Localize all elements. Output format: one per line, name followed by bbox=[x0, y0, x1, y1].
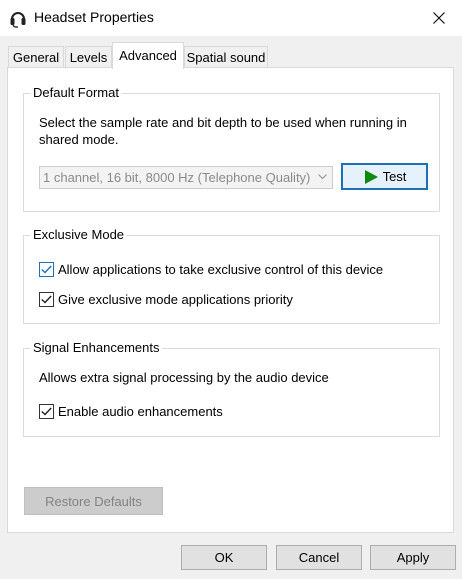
exclusive-priority-checkbox[interactable] bbox=[39, 292, 54, 307]
format-select-value: 1 channel, 16 bit, 8000 Hz (Telephone Qu… bbox=[43, 170, 311, 185]
exclusive-mode-group: Exclusive Mode Allow applications to tak… bbox=[23, 227, 440, 324]
tab-spatial-sound[interactable]: Spatial sound bbox=[184, 46, 268, 68]
format-select[interactable]: 1 channel, 16 bit, 8000 Hz (Telephone Qu… bbox=[39, 166, 333, 189]
signal-enhancements-title: Signal Enhancements bbox=[30, 340, 163, 355]
cancel-button[interactable]: Cancel bbox=[276, 545, 362, 570]
tab-levels[interactable]: Levels bbox=[65, 46, 112, 68]
allow-exclusive-label: Allow applications to take exclusive con… bbox=[58, 262, 384, 277]
play-icon bbox=[364, 169, 378, 184]
window-title: Headset Properties bbox=[34, 9, 154, 25]
checkmark-icon bbox=[41, 265, 52, 274]
allow-exclusive-row[interactable]: Allow applications to take exclusive con… bbox=[39, 262, 383, 277]
close-button[interactable] bbox=[416, 0, 462, 36]
tab-general[interactable]: General bbox=[8, 46, 64, 68]
exclusive-priority-row[interactable]: Give exclusive mode applications priorit… bbox=[39, 292, 293, 307]
tab-advanced[interactable]: Advanced bbox=[112, 42, 184, 69]
checkmark-icon bbox=[41, 295, 52, 304]
signal-enhancements-description: Allows extra signal processing by the au… bbox=[39, 370, 329, 385]
test-button-label: Test bbox=[382, 169, 407, 184]
default-format-title: Default Format bbox=[30, 85, 122, 100]
signal-enhancements-group: Signal Enhancements Allows extra signal … bbox=[23, 340, 440, 437]
enable-enhancements-label: Enable audio enhancements bbox=[58, 404, 223, 419]
ok-button[interactable]: OK bbox=[181, 545, 267, 570]
checkmark-icon bbox=[41, 407, 52, 416]
advanced-panel: Default Format Select the sample rate an… bbox=[7, 67, 454, 533]
chevron-down-icon bbox=[318, 174, 327, 180]
close-icon bbox=[433, 12, 445, 24]
restore-defaults-button[interactable]: Restore Defaults bbox=[24, 487, 163, 515]
enable-enhancements-checkbox[interactable] bbox=[39, 404, 54, 419]
exclusive-mode-title: Exclusive Mode bbox=[30, 227, 128, 242]
allow-exclusive-checkbox[interactable] bbox=[39, 262, 54, 277]
title-bar: Headset Properties bbox=[0, 0, 462, 36]
test-button[interactable]: Test bbox=[341, 163, 428, 190]
exclusive-priority-label: Give exclusive mode applications priorit… bbox=[58, 292, 293, 307]
apply-button[interactable]: Apply bbox=[370, 545, 456, 570]
default-format-description: Select the sample rate and bit depth to … bbox=[39, 115, 407, 147]
headset-icon bbox=[10, 12, 26, 28]
enable-enhancements-row[interactable]: Enable audio enhancements bbox=[39, 404, 223, 419]
default-format-group: Default Format Select the sample rate an… bbox=[23, 85, 440, 212]
